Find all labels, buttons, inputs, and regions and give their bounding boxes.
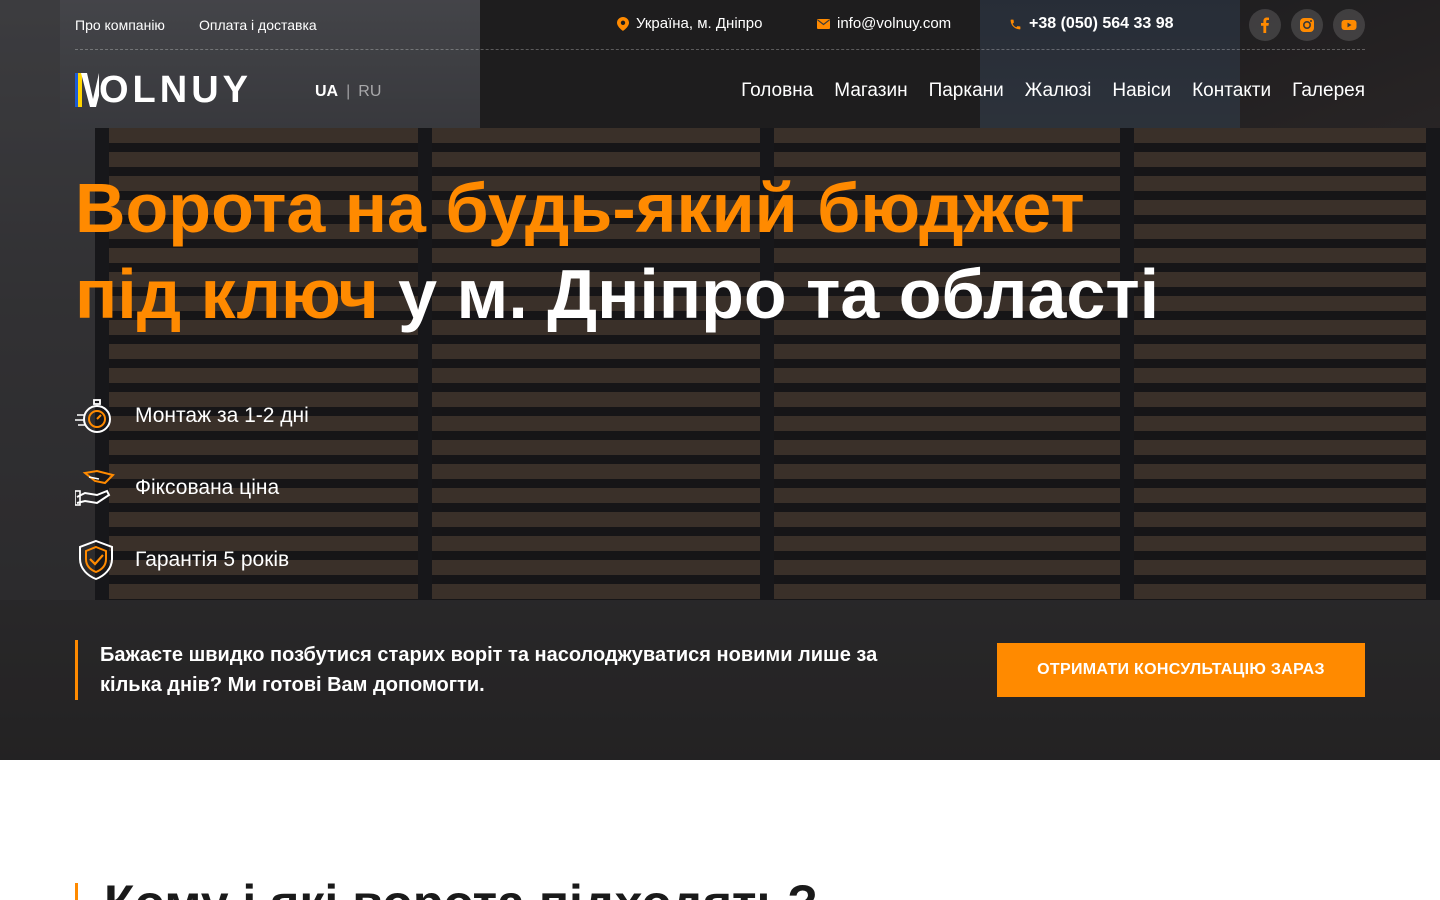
facebook-icon (1261, 17, 1269, 33)
nav-home[interactable]: Головна (741, 80, 813, 102)
handshake-icon (75, 469, 115, 506)
nav-canopies[interactable]: Навіси (1112, 80, 1171, 102)
hero-title-line1: Ворота на будь-який бюджет (75, 169, 1085, 247)
stopwatch-icon (75, 399, 111, 433)
nav-contacts[interactable]: Контакти (1192, 80, 1271, 102)
map-pin-icon (617, 16, 629, 31)
language-switcher: UA | RU (315, 83, 381, 101)
feature-item: Монтаж за 1-2 дні (75, 380, 309, 452)
logo-flag-mark (75, 73, 99, 107)
about-link[interactable]: Про компанію (75, 17, 165, 33)
cta-message: Бажаєте швидко позбутися старих воріт та… (75, 640, 895, 700)
lang-ru[interactable]: RU (358, 83, 381, 101)
facebook-link[interactable] (1249, 9, 1281, 41)
main-nav: Головна Магазин Паркани Жалюзі Навіси Ко… (741, 80, 1365, 102)
nav-gallery[interactable]: Галерея (1292, 80, 1365, 102)
consultation-button[interactable]: ОТРИМАТИ КОНСУЛЬТАЦІЮ ЗАРАЗ (997, 643, 1365, 697)
nav-shop[interactable]: Магазин (834, 80, 907, 102)
feature-text: Фіксована ціна (135, 476, 280, 499)
location-contact: Україна, м. Дніпро (617, 15, 762, 32)
email-contact[interactable]: info@volnuy.com (817, 15, 951, 32)
shield-check-icon (79, 539, 113, 581)
phone-text: +38 (050) 564 33 98 (1029, 15, 1174, 32)
nav-fences[interactable]: Паркани (929, 80, 1004, 102)
youtube-link[interactable] (1333, 9, 1365, 41)
feature-text: Гарантія 5 років (135, 548, 290, 571)
location-text: Україна, м. Дніпро (636, 15, 763, 32)
phone-contact[interactable]: +38 (050) 564 33 98 (1009, 15, 1174, 33)
section-heading: Кому і які ворота підходять? (104, 874, 818, 900)
feature-list: Монтаж за 1-2 дні Фіксована ціна Гаранті… (75, 380, 309, 596)
cta-message-text: Бажаєте швидко позбутися старих воріт та… (100, 644, 878, 696)
feature-item: Фіксована ціна (75, 452, 309, 524)
instagram-icon (1300, 18, 1314, 32)
phone-icon (1010, 19, 1021, 29)
youtube-icon (1341, 20, 1357, 30)
top-bar: Про компанію Оплата і доставка Україна, … (75, 0, 1365, 50)
section-accent-bar (75, 883, 78, 900)
logo-text: OLNUY (99, 69, 252, 111)
hero-title-highlight: під ключ (75, 255, 379, 333)
feature-text: Монтаж за 1-2 дні (135, 404, 309, 427)
hero-title-line2: у м. Дніпро та області (378, 255, 1160, 333)
payment-delivery-link[interactable]: Оплата і доставка (199, 17, 317, 33)
lang-ua[interactable]: UA (315, 83, 338, 101)
instagram-link[interactable] (1291, 9, 1323, 41)
nav-blinds[interactable]: Жалюзі (1025, 80, 1092, 102)
next-section: Кому і які ворота підходять? (0, 760, 1440, 900)
hero-title: Ворота на будь-який бюджет під ключ у м.… (75, 165, 1375, 337)
hero-section: Про компанію Оплата і доставка Україна, … (0, 0, 1440, 760)
feature-item: Гарантія 5 років (75, 524, 309, 596)
email-text: info@volnuy.com (837, 15, 952, 32)
envelope-icon (817, 18, 830, 29)
volnuy-logo[interactable]: OLNUY (75, 70, 252, 110)
lang-separator: | (346, 83, 351, 100)
